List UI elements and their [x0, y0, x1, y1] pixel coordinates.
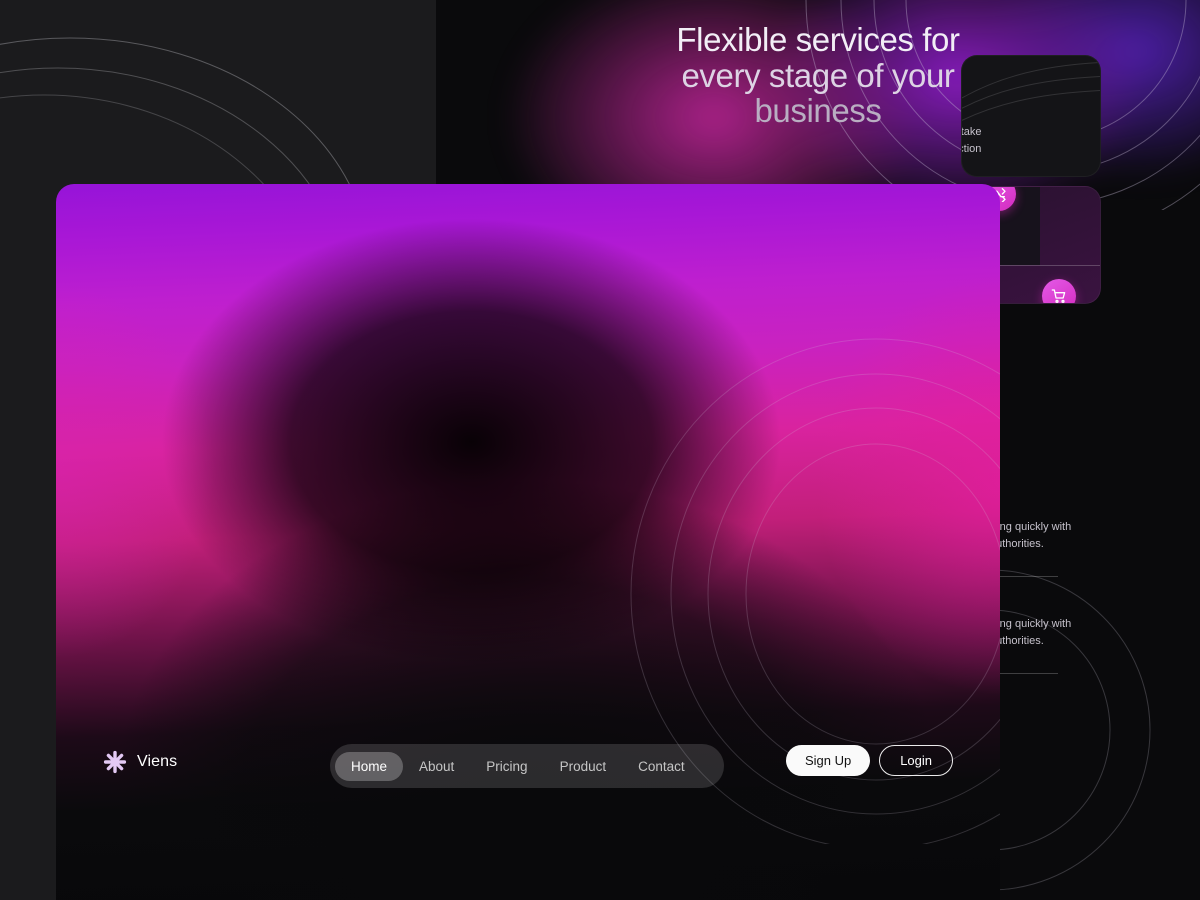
background-card-text-line: nning quickly with	[985, 521, 1072, 533]
sign-up-button[interactable]: Sign Up	[785, 745, 871, 776]
login-button[interactable]: Login	[879, 745, 953, 776]
nav-item-pricing[interactable]: Pricing	[470, 752, 543, 781]
tagline-line-2: every stage of your	[681, 56, 955, 94]
asterisk-star-icon	[103, 750, 127, 774]
hero-panel: Viens Home About Pricing Product Contact…	[56, 184, 1000, 900]
background-card: ge. We'll take s, transaction	[961, 55, 1101, 177]
decorative-curves-icon	[962, 62, 1100, 121]
background-text-block: nning quickly with authorities.	[985, 519, 1155, 578]
background-card-text-line: nning quickly with	[985, 618, 1072, 630]
nav-auth-buttons: Sign Up Login	[785, 745, 953, 776]
brand-name: Viens	[137, 753, 178, 770]
brand-logo[interactable]: Viens	[103, 750, 177, 774]
background-text-block: nning quickly with authorities.	[985, 616, 1155, 675]
background-card-text-line: authorities.	[990, 538, 1044, 551]
cart-icon-badge	[1042, 279, 1076, 303]
background-card-text-line: authorities.	[990, 635, 1044, 648]
nav-links: Home About Pricing Product Contact	[330, 744, 724, 788]
navbar: Viens Home About Pricing Product Contact…	[56, 729, 1000, 807]
background-card-text-line: ge. We'll take	[961, 126, 982, 138]
nav-item-product[interactable]: Product	[544, 752, 623, 781]
nav-item-about[interactable]: About	[403, 752, 470, 781]
background-card-text-line: s, transaction	[962, 143, 982, 156]
nav-item-home[interactable]: Home	[335, 751, 404, 781]
tagline-line-3: business	[754, 92, 882, 130]
nav-item-contact[interactable]: Contact	[622, 752, 701, 781]
tagline-line-1: Flexible services for	[676, 21, 960, 58]
shopping-cart-icon	[1051, 289, 1066, 303]
